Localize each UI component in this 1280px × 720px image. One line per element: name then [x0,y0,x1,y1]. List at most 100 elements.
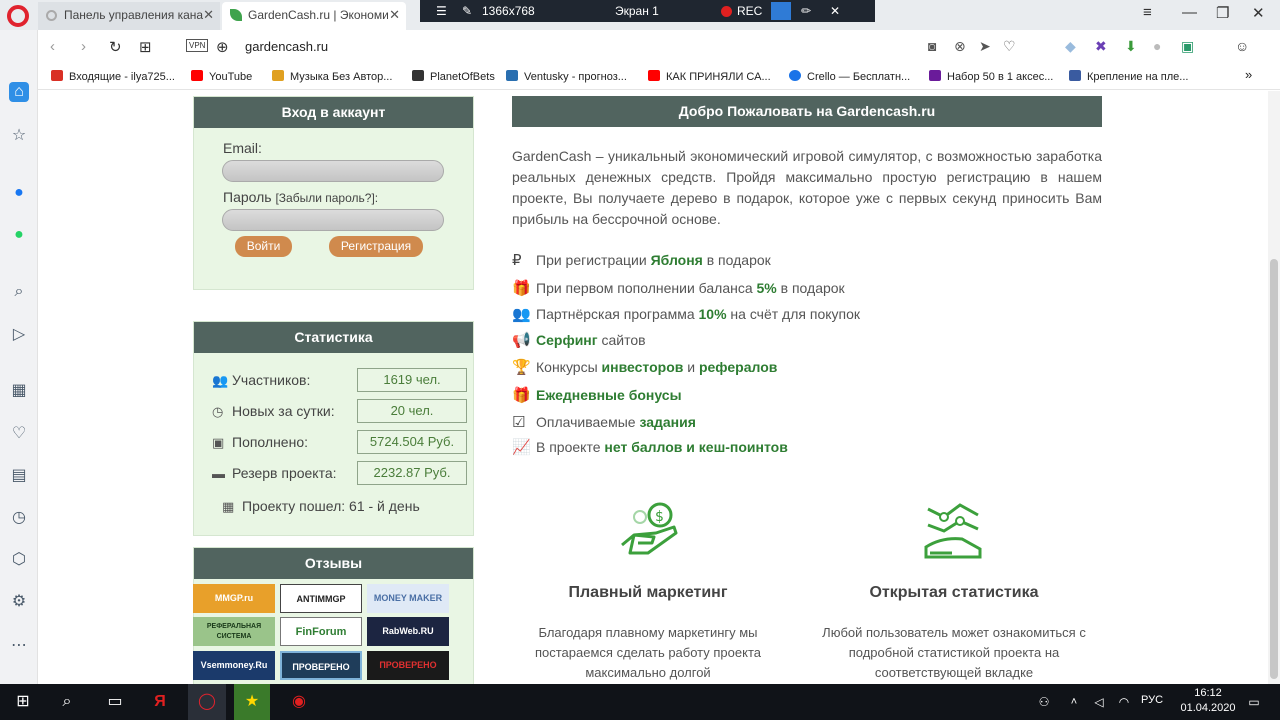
feature-item: 📢 Серфинг сайтов [512,332,646,349]
volume-icon[interactable]: ◁ [1090,684,1108,720]
tab-gardencash[interactable]: GardenCash.ru | Экономи ✕ [222,2,406,30]
review-logo-finforum[interactable]: FinForum [280,617,362,646]
feature-item: 📈 В проекте нет баллов и кеш-поинтов [512,439,788,456]
extension-x-icon[interactable]: ✖ [1095,38,1107,55]
bookmark-item[interactable]: Crello — Бесплатн... [789,70,910,83]
close-window-icon[interactable]: ✕ [1252,4,1265,22]
star-icon[interactable]: ☆ [9,126,29,146]
feature-item: 🎁 Ежедневные бонусы [512,387,682,404]
pen-icon[interactable]: ✏ [801,4,811,18]
keyboard-language[interactable]: РУС [1141,694,1163,706]
windows-start-icon[interactable]: ⊞ [4,684,42,720]
megaphone-icon: 📢 [512,332,531,349]
task-view-icon[interactable]: ▭ [96,684,134,720]
review-logo-antimmgp[interactable]: ANTIMMGP [280,584,362,613]
bookmark-item[interactable]: Набор 50 в 1 аксес... [929,70,1053,83]
grid-icon[interactable]: ⊞ [139,38,152,56]
page-scrollbar[interactable] [1268,91,1280,684]
register-button[interactable]: Регистрация [329,236,423,257]
stat-new-value: 20 чел. [357,399,467,423]
messenger-icon[interactable]: ● [9,183,29,203]
email-input[interactable] [222,160,444,182]
opera-taskbar-icon[interactable]: ◯ [188,684,226,720]
people-icon[interactable]: ⚇ [1034,684,1054,720]
history-icon[interactable]: ◷ [9,508,29,528]
review-logo-rabweb[interactable]: RabWeb.RU [367,617,449,646]
extension-gray-icon[interactable]: ● [1153,38,1161,54]
camera-icon[interactable]: ◙ [928,38,936,54]
review-logo-moneymaker[interactable]: MONEY MAKER [367,584,449,613]
extensions-cube-icon[interactable]: ⬡ [9,550,29,570]
bookmark-item[interactable]: Ventusky - прогноз... [506,70,627,83]
tab-control-panel[interactable]: Панель управления кана ✕ [38,2,220,30]
send-icon[interactable]: ➤ [979,38,991,55]
youtube-icon [648,70,660,81]
apps-grid-icon[interactable]: ▦ [9,381,29,401]
url-input[interactable]: gardencash.ru [245,39,328,54]
opera-sidebar: ⌂ ☆ ● ● ⌕ ▷ ▦ ♡ ▤ ◷ ⬡ ⚙ ⋯ [0,30,38,684]
review-logo-referral[interactable]: РЕФЕРАЛЬНАЯ СИСТЕМА [193,617,275,646]
game-taskbar-icon[interactable]: ★ [234,684,270,720]
account-icon[interactable]: ☺ [1235,38,1249,54]
hand-money-icon: $ [621,502,678,555]
bookmark-item[interactable]: Музыка Без Автор... [272,70,392,83]
pin-icon[interactable]: ✎ [462,4,472,18]
search-icon[interactable]: ⌕ [48,684,86,720]
review-logo-checked-red[interactable]: ПРОВЕРЕНО [367,651,449,680]
wifi-icon[interactable]: ◠ [1114,684,1134,720]
bookmark-item[interactable]: Крепление на пле... [1069,70,1188,83]
system-clock[interactable]: 16:12 01.04.2020 [1178,686,1238,716]
stat-deposited: ▣ Пополнено: [212,434,309,450]
close-tab-icon[interactable]: ✕ [203,2,214,28]
review-logo-mmgp[interactable]: MMGP.ru [193,584,275,613]
shop-icon [929,70,941,81]
bookmark-item[interactable]: PlanetOfBets [412,70,495,83]
review-logo-checked-blue[interactable]: ПРОВЕРЕНО [280,651,362,680]
capture-icon[interactable] [771,2,791,20]
bookmark-item[interactable]: YouTube [191,70,252,83]
extension-cube-icon[interactable]: ◆ [1065,38,1076,55]
close-tab-icon[interactable]: ✕ [389,2,400,28]
forgot-password-link[interactable]: [Забыли пароль?]: [275,191,378,205]
notifications-icon[interactable]: ▭ [1244,684,1264,720]
opera-logo-icon[interactable] [7,5,29,27]
whatsapp-icon[interactable]: ● [9,225,29,245]
send-icon[interactable]: ▷ [9,325,29,345]
news-icon[interactable]: ▤ [9,466,29,486]
tray-arrow-icon[interactable]: ˄ [1066,684,1082,720]
page-content: Вход в аккаунт Email: Пароль [Забыли пар… [38,91,1268,684]
settings-gear-icon[interactable]: ⚙ [9,592,29,612]
reload-icon[interactable]: ↻ [109,38,122,56]
close-recorder-icon[interactable]: ✕ [830,4,840,18]
tab-menu-icon[interactable]: ≡ [1143,4,1152,21]
bookmark-item[interactable]: КАК ПРИНЯЛИ СА... [648,70,771,83]
yandex-icon[interactable]: Я [142,684,178,720]
login-button[interactable]: Войти [235,236,292,257]
heart-icon[interactable]: ♡ [9,424,29,444]
stat-members-value: 1619 чел. [357,368,467,392]
extension-download-icon[interactable]: ⬇ [1125,38,1137,55]
scrollbar-thumb[interactable] [1270,259,1278,679]
recorder-taskbar-icon[interactable]: ◉ [280,684,318,720]
shop-icon [1069,70,1081,81]
minimize-icon[interactable]: — [1182,4,1197,21]
rec-label[interactable]: REC [737,4,762,18]
review-logo-vsemmoney[interactable]: Vsemmoney.Ru [193,651,275,680]
password-input[interactable] [222,209,444,231]
maximize-icon[interactable]: ❐ [1216,4,1229,22]
stat-deposited-value: 5724.504 Руб. [357,430,467,454]
record-icon[interactable] [721,6,732,17]
more-icon[interactable]: ⋯ [9,636,29,656]
vpn-badge[interactable]: VPN [186,39,209,52]
globe-icon: ⊕ [216,39,229,56]
back-icon[interactable]: ‹ [50,38,55,55]
heart-icon[interactable]: ♡ [1003,38,1016,55]
forward-icon[interactable]: › [81,38,86,55]
more-bookmarks-icon[interactable]: » [1245,67,1252,82]
home-icon[interactable]: ⌂ [9,82,29,102]
bookmark-item[interactable]: Входящие - ilya725... [51,70,175,83]
adblock-icon[interactable]: ⊗ [954,38,966,55]
menu-icon[interactable]: ☰ [436,4,447,18]
extension-green-icon[interactable]: ▣ [1181,38,1194,55]
search-icon[interactable]: ⌕ [9,282,29,302]
